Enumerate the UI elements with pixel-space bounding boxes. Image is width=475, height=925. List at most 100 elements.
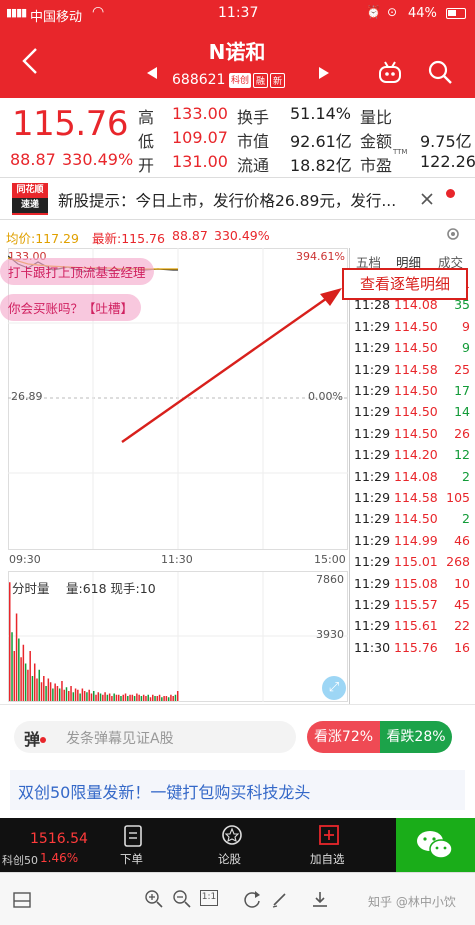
tick-row: 11:29 114.58 25	[350, 360, 475, 380]
tick-price: 114.50	[394, 404, 438, 420]
status-bar: ▮▮▮▮ 中国移动 ◠ 11:37 ⏰ ⊙ 44%	[0, 0, 475, 28]
current-price: 115.76	[12, 104, 128, 144]
volume-bar	[81, 688, 84, 701]
tick-row: 11:29 114.50 9	[350, 317, 475, 337]
image-viewer-toolbar: 1:1 知乎 @林中小饮	[0, 872, 475, 925]
tick-time: 11:29	[354, 340, 391, 356]
stat-value-open: 131.00	[172, 152, 228, 171]
stat-label-float-cap: 流通	[237, 156, 270, 175]
forum-icon	[222, 825, 242, 845]
volume-bar	[61, 681, 63, 701]
volume-bar	[92, 691, 95, 701]
volume-bar	[63, 689, 65, 701]
bullish-button[interactable]: 看涨72%	[307, 721, 380, 753]
layout-icon[interactable]	[12, 891, 32, 909]
tick-row: 11:29 115.08 10	[350, 574, 475, 594]
volume-bar	[117, 694, 120, 701]
tick-volume: 17	[454, 383, 470, 398]
tick-row: 11:29 114.99 46	[350, 531, 475, 551]
rotate-icon[interactable]	[242, 889, 262, 909]
tick-price: 114.08	[394, 468, 438, 484]
volume-bar	[29, 651, 31, 701]
robot-icon[interactable]	[376, 58, 404, 86]
time-mid-label: 11:30	[161, 553, 193, 566]
triangle-left-icon[interactable]	[146, 66, 158, 80]
tick-volume: 268	[446, 554, 470, 570]
fit-icon[interactable]: 1:1	[200, 890, 218, 906]
volume-bar	[172, 696, 174, 701]
tick-time: 11:29	[354, 554, 391, 570]
tick-time: 11:29	[354, 468, 391, 484]
volume-bar	[56, 686, 59, 701]
download-icon[interactable]	[310, 889, 330, 909]
nav-forum[interactable]: 论股	[206, 818, 256, 872]
vol-mid-label: 3930	[316, 628, 344, 641]
close-icon[interactable]	[420, 192, 434, 206]
tick-time: 11:29	[354, 575, 391, 591]
volume-bar	[65, 687, 68, 701]
tick-volume: 105	[446, 490, 470, 505]
tick-price: 114.50	[394, 318, 438, 334]
barrage-input[interactable]: 弹 发条弹幕见证A股	[14, 721, 296, 753]
barrage-dot	[40, 737, 46, 743]
quote-panel: 115.76 88.87 330.49% 高 133.00 换手 51.14% …	[0, 98, 475, 178]
clock-label: 11:37	[218, 5, 259, 21]
nav-order[interactable]: 下单	[108, 818, 158, 872]
gear-icon[interactable]	[445, 226, 461, 242]
tick-volume: 16	[454, 639, 470, 655]
tick-time: 11:29	[354, 490, 391, 505]
tick-price: 115.76	[394, 639, 438, 655]
tick-time: 11:29	[354, 447, 391, 463]
volume-bar	[90, 693, 93, 701]
nav-add-favorite[interactable]: 加自选	[304, 818, 354, 872]
tick-volume: 45	[454, 597, 470, 612]
index-quote[interactable]: 1516.54 科创50 1.46%	[0, 818, 92, 872]
tick-row: 11:29 115.01 268	[350, 552, 475, 572]
news-ticker[interactable]: 同花顺 速递 新股提示：今日上市，发行价格26.89元，发行...	[0, 178, 475, 220]
triangle-right-icon[interactable]	[318, 66, 330, 80]
promo-text[interactable]: 双创50限量发新！一键打包购买科技龙头	[18, 779, 310, 803]
volume-bar	[122, 694, 124, 701]
edit-icon[interactable]	[270, 889, 290, 909]
zoom-in-icon[interactable]	[144, 889, 164, 909]
tick-price: 115.01	[394, 554, 438, 570]
expand-icon[interactable]: ⤢	[322, 676, 346, 700]
carrier-label: 中国移动	[30, 10, 83, 25]
chevron-left-icon[interactable]	[20, 45, 40, 77]
tick-row: 11:30 115.76 16	[350, 638, 475, 658]
latest-price-label: 最新:115.76	[92, 231, 165, 246]
bearish-button[interactable]: 看跌28%	[380, 721, 452, 753]
chart-info-bar: 均价:117.29 最新:115.76 88.87 330.49%	[0, 222, 350, 248]
tick-time: 11:29	[354, 318, 391, 334]
tick-time: 11:29	[354, 361, 391, 377]
volume-bar	[45, 686, 47, 701]
avg-price-label: 均价:117.29	[6, 231, 79, 246]
tick-volume: 46	[454, 532, 470, 548]
battery-label: 44%	[408, 6, 437, 21]
volume-bar	[47, 678, 50, 701]
tick-volume: 14	[454, 404, 470, 420]
tick-volume: 10	[454, 575, 470, 591]
promo-banner[interactable]: 双创50限量发新！一键打包购买科技龙头	[10, 770, 465, 810]
price-change-pct: 330.49%	[62, 150, 134, 169]
order-icon	[124, 825, 142, 847]
tick-price: 114.58	[394, 361, 438, 377]
news-text[interactable]: 新股提示：今日上市，发行价格26.89元，发行...	[58, 189, 396, 211]
zoom-out-icon[interactable]	[172, 889, 192, 909]
stat-label-amount: 金额	[360, 132, 393, 151]
search-icon[interactable]	[426, 58, 454, 86]
volume-bar	[72, 692, 75, 701]
volume-bar	[68, 691, 70, 701]
stat-label-turnover: 换手	[237, 108, 270, 127]
wechat-share[interactable]	[396, 818, 475, 872]
tick-row: 11:29 114.58 105	[350, 488, 475, 508]
badge-new: 新	[270, 73, 286, 88]
volume-bar	[147, 694, 149, 701]
volume-bar	[138, 694, 140, 701]
nav-order-label: 下单	[120, 852, 143, 866]
volume-bar	[161, 697, 163, 701]
tick-volume: 9	[462, 340, 470, 356]
tick-volume: 12	[454, 447, 470, 463]
top-pct-label: 394.61%	[296, 250, 345, 263]
tick-time: 11:29	[354, 383, 391, 398]
